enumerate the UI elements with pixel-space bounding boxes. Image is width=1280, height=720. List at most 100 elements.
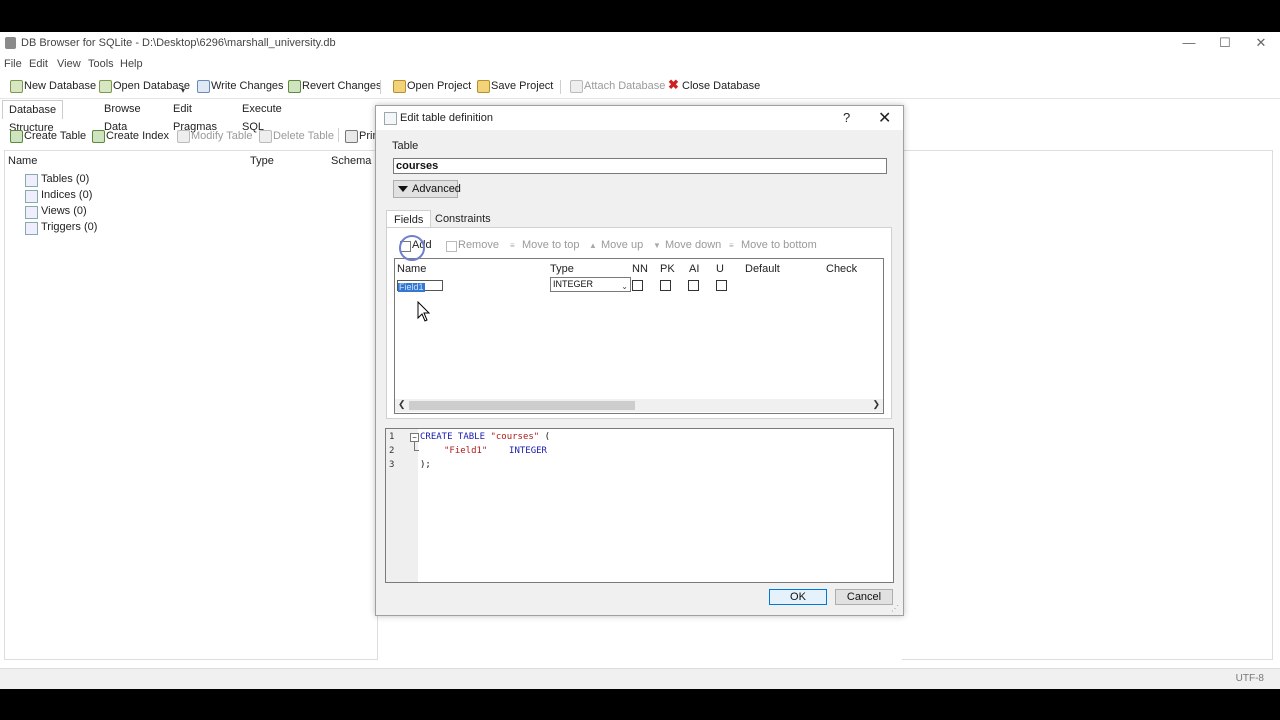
database-app-icon	[5, 37, 16, 49]
tree-header-name[interactable]: Name	[8, 155, 37, 167]
col-header-nn[interactable]: NN	[632, 263, 648, 275]
tree-item-tables[interactable]: Tables (0)	[25, 173, 89, 187]
col-header-name[interactable]: Name	[397, 263, 426, 275]
remove-field-button[interactable]: Remove	[446, 239, 499, 252]
modify-table-icon	[177, 130, 190, 143]
dialog-close-icon[interactable]: ✕	[878, 108, 891, 128]
triangle-down-icon	[398, 186, 408, 192]
edit-table-dialog: Edit table definition ? ✕ Table courses …	[375, 105, 904, 616]
maximize-icon[interactable]: ☐	[1210, 34, 1240, 52]
view-icon	[25, 206, 38, 219]
open-database-button[interactable]: Open Database	[99, 78, 190, 94]
tab-database-structure[interactable]: Database Structure	[2, 100, 64, 134]
attach-database-button[interactable]: Attach Database	[570, 78, 665, 94]
sql-line-3: );	[420, 460, 431, 470]
close-database-button[interactable]: ✖ Close Database	[668, 78, 760, 94]
status-bar: UTF-8	[0, 668, 1280, 689]
title-bar: DB Browser for SQLite - D:\Desktop\6296\…	[0, 32, 1280, 54]
create-index-button[interactable]: Create Index	[92, 128, 169, 144]
close-window-icon[interactable]: ✕	[1246, 34, 1276, 52]
tab-constraints[interactable]: Constraints	[428, 210, 498, 228]
index-icon	[25, 190, 38, 203]
minimize-icon[interactable]: —	[1174, 34, 1204, 52]
col-header-pk[interactable]: PK	[660, 263, 675, 275]
table-name-input[interactable]: courses	[393, 158, 887, 174]
save-project-icon	[477, 80, 490, 93]
help-icon[interactable]: ?	[843, 110, 850, 125]
revert-changes-button[interactable]: Revert Changes	[288, 78, 382, 94]
scroll-right-icon[interactable]: ❯	[872, 399, 880, 410]
table-icon	[25, 174, 38, 187]
advanced-toggle-button[interactable]: Advanced	[393, 180, 461, 198]
tab-browse-data[interactable]: Browse Data	[98, 100, 147, 133]
menu-help[interactable]: Help	[120, 58, 143, 70]
delete-table-icon	[259, 130, 272, 143]
nn-checkbox[interactable]	[632, 280, 643, 291]
menu-file[interactable]: File	[4, 58, 22, 70]
move-to-top-button[interactable]: ≡ Move to top	[510, 239, 579, 251]
sql-line-1: CREATE TABLE "courses" (	[420, 432, 550, 442]
col-header-default[interactable]: Default	[745, 263, 780, 275]
menu-tools[interactable]: Tools	[88, 58, 114, 70]
sql-preview: 1 2 3 − CREATE TABLE "courses" ( "Field1…	[385, 428, 894, 583]
move-down-button[interactable]: ▼ Move down	[653, 239, 721, 251]
delete-table-button[interactable]: Delete Table	[259, 128, 334, 144]
ok-button[interactable]: OK	[769, 589, 827, 605]
field-type-select[interactable]: INTEGER ⌄	[550, 277, 631, 292]
field-name-input[interactable]: Field1	[397, 280, 443, 292]
col-header-check[interactable]: Check	[826, 263, 857, 275]
sql-keyword: CREATE TABLE	[420, 432, 486, 442]
main-toolbar: New Database Open Database ▾ Write Chang…	[0, 74, 1280, 99]
print-button[interactable]: Prin	[345, 128, 379, 144]
save-project-button[interactable]: Save Project	[477, 78, 553, 94]
create-index-icon	[92, 130, 105, 143]
menu-view[interactable]: View	[57, 58, 81, 70]
sql-string: "Field1"	[444, 446, 488, 456]
scroll-left-icon[interactable]: ❮	[398, 399, 406, 410]
open-project-button[interactable]: Open Project	[393, 78, 471, 94]
toolbar-separator	[338, 128, 339, 142]
u-checkbox[interactable]	[716, 280, 727, 291]
toolbar-separator	[560, 80, 561, 94]
arrow-down-icon: ▼	[653, 241, 661, 250]
trigger-icon	[25, 222, 38, 235]
tab-execute-sql[interactable]: Execute SQL	[236, 100, 288, 133]
ai-checkbox[interactable]	[688, 280, 699, 291]
tree-header-schema[interactable]: Schema	[331, 155, 371, 167]
new-database-icon	[10, 80, 23, 93]
horizontal-scrollbar[interactable]: ❮ ❯	[395, 399, 883, 412]
chevron-down-icon: ⌄	[621, 282, 628, 291]
tree-item-triggers[interactable]: Triggers (0)	[25, 221, 97, 235]
menu-edit[interactable]: Edit	[29, 58, 48, 70]
create-table-button[interactable]: Create Table	[10, 128, 86, 144]
tree-header-type[interactable]: Type	[250, 155, 274, 167]
move-to-bottom-button[interactable]: ≡ Move to bottom	[729, 239, 817, 251]
line-number: 3	[389, 460, 395, 470]
new-database-button[interactable]: New Database	[10, 78, 96, 94]
mouse-cursor-icon	[417, 301, 431, 322]
col-header-ai[interactable]: AI	[689, 263, 699, 275]
tree-item-views[interactable]: Views (0)	[25, 205, 87, 219]
col-header-type[interactable]: Type	[550, 263, 574, 275]
dialog-title: Edit table definition	[400, 112, 493, 124]
modify-table-button[interactable]: Modify Table	[177, 128, 253, 144]
open-database-icon	[99, 80, 112, 93]
resize-grip-icon[interactable]: ⋰	[891, 604, 899, 613]
fold-minus-icon[interactable]: −	[410, 433, 419, 442]
write-changes-button[interactable]: Write Changes	[197, 78, 284, 94]
dialog-title-bar: Edit table definition ? ✕	[376, 106, 903, 130]
move-bottom-icon: ≡	[729, 241, 734, 250]
scrollbar-thumb[interactable]	[409, 401, 635, 410]
table-label: Table	[392, 140, 419, 152]
pk-checkbox[interactable]	[660, 280, 671, 291]
sql-line-2: "Field1" INTEGER	[444, 446, 547, 456]
click-highlight-icon	[399, 235, 425, 261]
move-up-button[interactable]: ▲ Move up	[589, 239, 643, 251]
tree-item-indices[interactable]: Indices (0)	[25, 189, 92, 203]
open-database-dropdown-icon[interactable]: ▾	[181, 86, 185, 95]
fields-grid: Name Type NN PK AI U Default Check Field…	[394, 258, 884, 414]
remove-field-icon	[446, 241, 457, 252]
tab-edit-pragmas[interactable]: Edit Pragmas	[167, 100, 223, 133]
col-header-u[interactable]: U	[716, 263, 724, 275]
cancel-button[interactable]: Cancel	[835, 589, 893, 605]
